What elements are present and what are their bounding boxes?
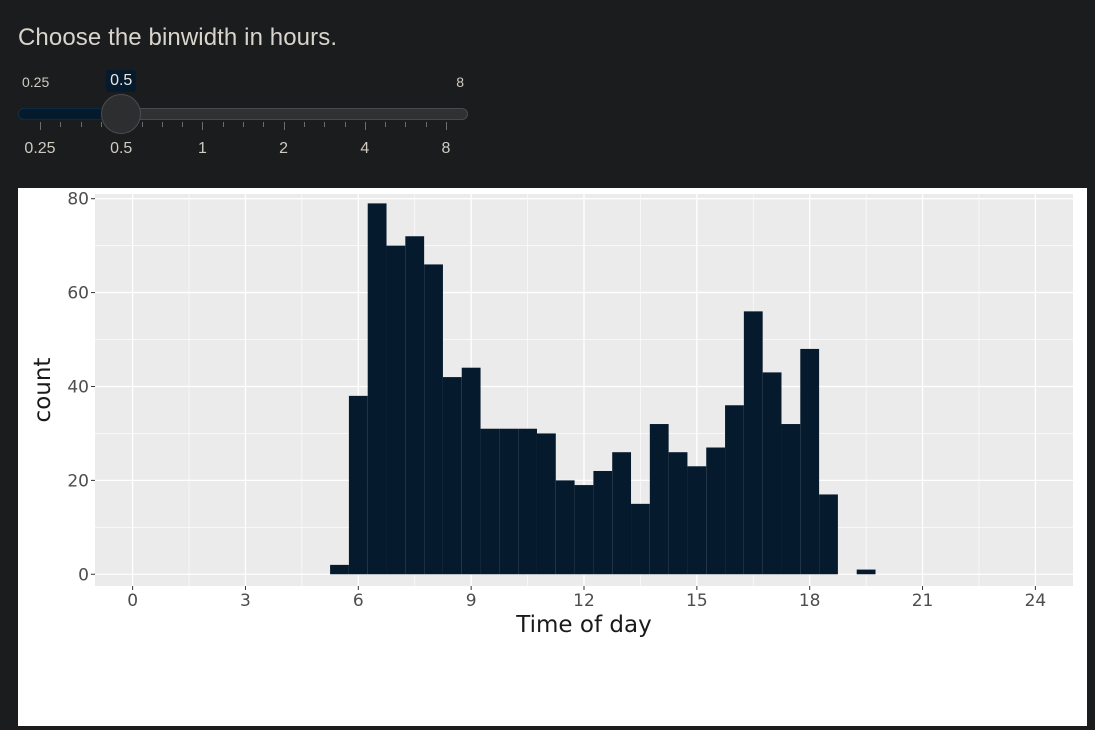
histogram-bar	[743, 311, 763, 575]
slider-grid-label: 1	[197, 140, 207, 157]
slider-grid-label: 0.5	[110, 140, 133, 157]
slider-tick-minor	[222, 122, 224, 127]
y-tick-label: 40	[67, 377, 89, 397]
slider-tick-minor	[60, 122, 62, 127]
histogram-bar	[518, 428, 537, 575]
histogram-bar	[574, 485, 594, 575]
slider-tick-minor	[182, 122, 184, 127]
histogram-bar	[593, 470, 613, 575]
slider-tick-minor	[141, 122, 143, 127]
x-tick-label: 12	[573, 591, 595, 611]
histogram-bar	[386, 245, 406, 575]
slider-tick-minor	[100, 122, 102, 127]
histogram-bar	[461, 367, 481, 575]
x-tick-label: 3	[240, 591, 251, 611]
histogram-bar	[687, 466, 707, 575]
y-tick-label: 80	[67, 190, 89, 210]
histogram-bar	[367, 203, 387, 575]
histogram-bar	[781, 424, 801, 575]
slider-handle[interactable]	[101, 94, 142, 134]
histogram-bar	[668, 452, 688, 575]
x-tick-label: 9	[466, 591, 477, 611]
histogram-bar	[480, 428, 500, 575]
slider-tick-major	[40, 122, 41, 130]
y-tick-label: 0	[78, 565, 89, 585]
binwidth-slider[interactable]: 0.25 8 0.25 0.5 1 2 4 8 0.5	[18, 68, 468, 168]
x-tick-label: 15	[686, 591, 708, 611]
histogram-bar	[800, 348, 820, 575]
slider-grid-label: 0.25	[24, 140, 56, 157]
slider-tick-minor	[263, 122, 265, 127]
slider-grid-label: 2	[279, 140, 289, 157]
histogram-chart: 0 20 40 60 80 0 3 6 9 12 15 18 21 24 Time of day count	[30, 190, 1073, 638]
histogram-bar	[348, 395, 368, 575]
slider-grid-label: 4	[360, 140, 370, 157]
histogram-bar	[442, 377, 462, 575]
slider-tick-minor	[405, 122, 407, 127]
y-tick-label: 60	[67, 284, 89, 304]
slider-tick-minor	[324, 122, 326, 127]
slider-max-label: 8	[456, 74, 464, 90]
histogram-bar	[424, 264, 443, 575]
histogram-bar	[819, 494, 838, 575]
histogram-bar	[330, 564, 349, 575]
histogram-bar	[405, 236, 425, 575]
slider-tick-major	[446, 122, 447, 130]
slider-tick-major	[202, 122, 204, 130]
histogram-bar	[706, 447, 726, 575]
histogram-bar	[499, 428, 519, 575]
slider-tick-major	[364, 122, 366, 130]
slider-tick-minor	[425, 122, 427, 127]
slider-grid-label: 8	[441, 140, 451, 157]
slider-tick-minor	[385, 122, 387, 127]
slider-tick-minor	[161, 122, 163, 127]
histogram-bar	[555, 480, 575, 575]
y-tick-label: 20	[67, 471, 89, 491]
histogram-bar	[612, 452, 632, 575]
x-tick-label: 6	[353, 591, 364, 611]
histogram-plot: 0 20 40 60 80 0 3 6 9 12 15 18 21 24 Time of day count	[18, 188, 1087, 726]
x-tick-label: 21	[912, 591, 934, 611]
slider-tick-minor	[80, 122, 82, 127]
histogram-bar	[631, 503, 650, 575]
x-tick-label: 0	[127, 591, 138, 611]
x-tick-label: 24	[1025, 591, 1047, 611]
histogram-bar	[649, 424, 669, 575]
slider-tick-minor	[344, 122, 346, 127]
histogram-bar	[762, 372, 782, 575]
slider-min-label: 0.25	[22, 74, 50, 90]
slider-value-label: 0.5	[106, 70, 137, 92]
histogram-bar	[536, 433, 556, 575]
slider-tick-minor	[243, 122, 244, 127]
x-tick-label: 18	[799, 591, 821, 611]
slider-tick-major	[283, 122, 285, 130]
binwidth-label: Choose the binwidth in hours.	[18, 24, 338, 51]
y-axis-title: count	[30, 358, 56, 423]
histogram-bar	[725, 405, 744, 575]
histogram-bar	[856, 569, 876, 575]
x-axis-title: Time of day	[515, 612, 651, 638]
slider-tick-minor	[303, 122, 305, 127]
